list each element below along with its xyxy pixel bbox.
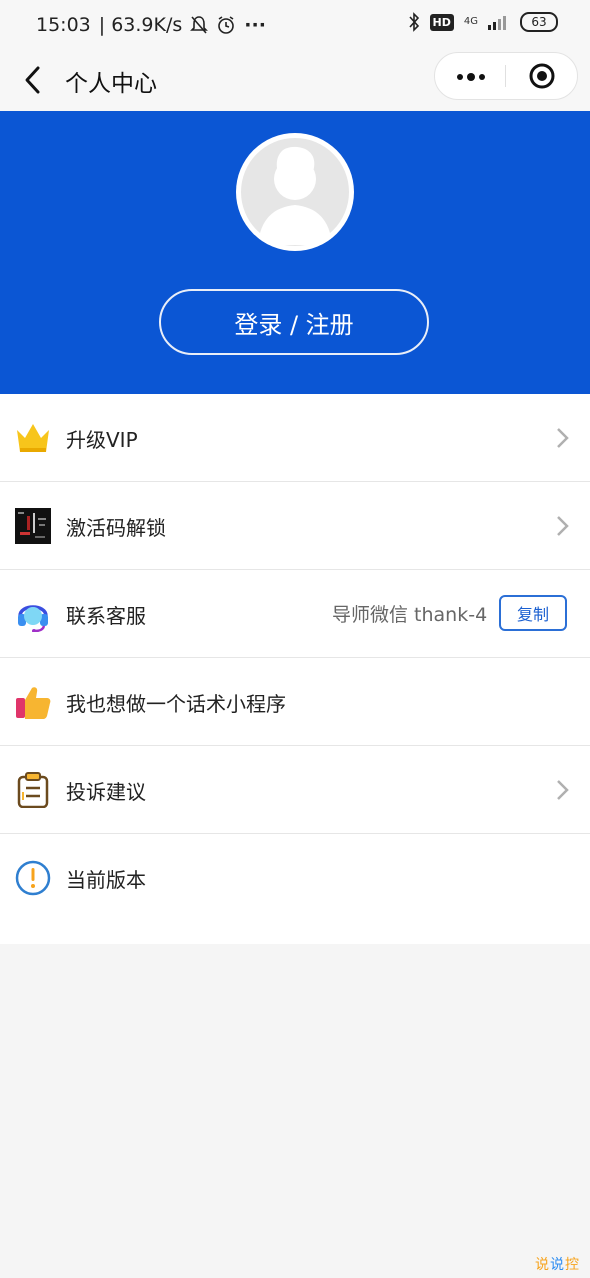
status-more-dots: ···: [244, 14, 266, 36]
page-title: 个人中心: [65, 71, 157, 97]
watermark: 说说控: [535, 1254, 580, 1274]
menu-item-label: 当前版本: [66, 868, 146, 892]
menu-item-activation[interactable]: 激活码解锁: [0, 482, 590, 570]
capsule-divider: [505, 65, 506, 87]
hd-badge: HD: [429, 13, 454, 31]
thumbs-up-icon: [16, 687, 51, 719]
status-bar: 15:03 | 63.9K/s ··· HD 4G 63: [0, 0, 590, 50]
bell-muted-icon: [190, 16, 209, 34]
back-arrow-icon[interactable]: [20, 62, 48, 98]
menu-item-feedback[interactable]: 投诉建议: [0, 746, 590, 834]
crown-icon: [17, 424, 49, 452]
battery-indicator: 63: [520, 12, 558, 32]
watermark-char: 说: [535, 1257, 550, 1273]
menu-item-version[interactable]: 当前版本: [0, 834, 590, 944]
watermark-char: 控: [565, 1257, 580, 1273]
chevron-right-icon: [557, 516, 569, 536]
default-avatar-icon: [241, 138, 349, 246]
menu-item-label: 升级VIP: [66, 428, 138, 452]
more-dots-icon[interactable]: [435, 53, 505, 99]
nav-bar: 个人中心: [0, 50, 590, 110]
status-right: HD 4G 63: [408, 12, 558, 32]
menu-item-label: 联系客服: [66, 604, 146, 628]
chevron-right-icon: [557, 428, 569, 448]
bluetooth-icon: [408, 12, 419, 32]
menu-item-customer-service[interactable]: 联系客服 导师微信 thank-4 复制: [0, 570, 590, 658]
network-type: 4G: [463, 16, 478, 27]
status-net-speed: | 63.9K/s: [98, 14, 183, 36]
close-target-icon[interactable]: [529, 63, 555, 89]
menu-item-label: 我也想做一个话术小程序: [66, 692, 286, 716]
menu-item-vip[interactable]: 升级VIP: [0, 394, 590, 482]
signal-icon: [488, 16, 506, 30]
activation-thumbnail-icon: [15, 508, 51, 544]
status-left: 15:03 | 63.9K/s ···: [36, 14, 266, 36]
watermark-char: 说: [550, 1257, 565, 1273]
miniprogram-capsule: [434, 52, 578, 100]
mentor-wechat-text: 导师微信 thank-4: [332, 604, 488, 626]
headset-icon: [18, 605, 48, 632]
menu-item-label: 激活码解锁: [66, 516, 166, 540]
avatar[interactable]: [236, 133, 354, 251]
chevron-right-icon: [557, 780, 569, 800]
menu-list: 升级VIP 激活码解锁 联系客服 导师微信 thank-4 复制 我也想做一个话…: [0, 394, 590, 944]
copy-button[interactable]: 复制: [499, 595, 567, 631]
status-time: 15:03: [36, 14, 91, 36]
info-icon: [15, 860, 51, 896]
alarm-icon: [218, 16, 235, 34]
login-register-button[interactable]: 登录 / 注册: [159, 289, 429, 355]
menu-item-label: 投诉建议: [66, 780, 146, 804]
menu-item-make-miniprogram[interactable]: 我也想做一个话术小程序: [0, 658, 590, 746]
clipboard-icon: [17, 772, 49, 808]
profile-header: 登录 / 注册: [0, 111, 590, 394]
